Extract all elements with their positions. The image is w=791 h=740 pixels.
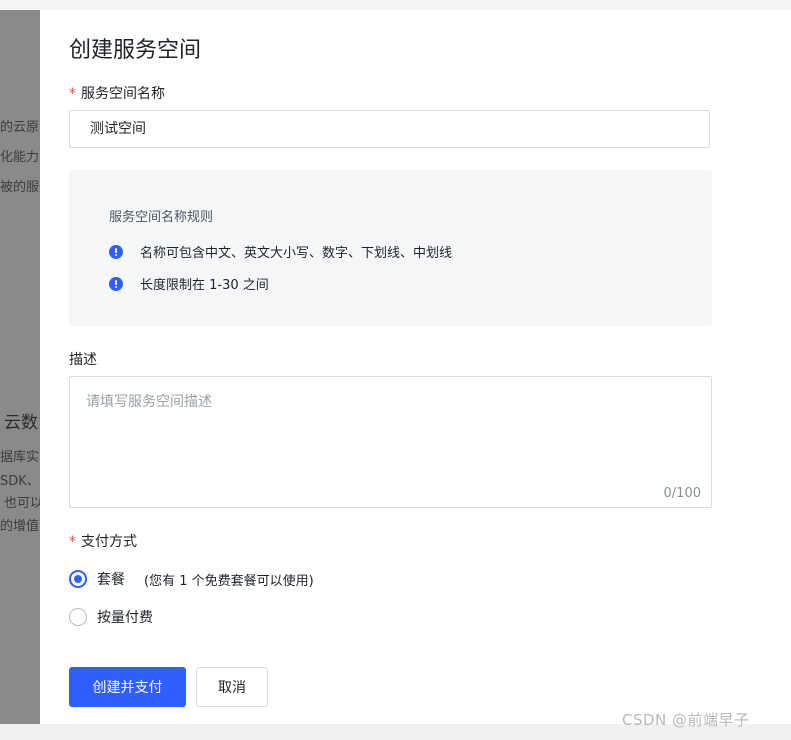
create-and-pay-button[interactable]: 创建并支付	[69, 667, 186, 707]
required-mark: *	[69, 86, 76, 102]
payment-label-text: 支付方式	[81, 534, 137, 550]
cancel-button[interactable]: 取消	[196, 667, 268, 707]
name-label-text: 服务空间名称	[81, 86, 165, 102]
name-field-label: * 服务空间名称	[69, 83, 165, 103]
option-label: 按量付费	[97, 610, 153, 626]
rule-item: 名称可包含中文、英文大小写、数字、下划线、中划线	[109, 242, 452, 261]
description-label: 描述	[69, 352, 97, 368]
description-textarea[interactable]: 请填写服务空间描述 0/100	[69, 376, 712, 508]
info-icon	[109, 276, 123, 291]
payment-option-pay-as-you-go[interactable]: 按量付费	[69, 607, 153, 627]
background-text: 也可以	[4, 496, 40, 511]
background-text: SDK、	[0, 474, 40, 489]
rule-text: 名称可包含中文、英文大小写、数字、下划线、中划线	[140, 246, 453, 261]
option-note: (您有 1 个免费套餐可以使用)	[144, 573, 314, 589]
option-label: 套餐	[97, 572, 125, 588]
background-text: 被的服务	[0, 180, 40, 195]
background-heading: 云数	[4, 413, 38, 433]
rule-text: 长度限制在 1-30 之间	[140, 278, 269, 293]
background-text: 的增值	[0, 519, 40, 534]
description-placeholder: 请填写服务空间描述	[86, 394, 212, 410]
required-mark: *	[69, 534, 76, 550]
name-rules-panel: 服务空间名称规则 名称可包含中文、英文大小写、数字、下划线、中划线 长度限制在 …	[69, 170, 712, 326]
radio-unchecked-icon[interactable]	[69, 608, 87, 626]
radio-checked-icon[interactable]	[69, 570, 87, 588]
payment-option-package[interactable]: 套餐 (您有 1 个免费套餐可以使用)	[69, 569, 314, 589]
background-text: 的云原	[0, 120, 40, 135]
payment-label: * 支付方式	[69, 531, 137, 551]
background-text: 化能力	[0, 150, 40, 165]
create-space-dialog: 创建服务空间 * 服务空间名称 测试空间 服务空间名称规则 名称可包含中文、英文大…	[40, 10, 791, 724]
char-counter: 0/100	[663, 486, 701, 501]
rule-item: 长度限制在 1-30 之间	[109, 274, 269, 293]
info-icon	[109, 244, 123, 259]
watermark: CSDN @前端早子	[622, 711, 750, 729]
background-page-overlay: 的云原 化能力 被的服务 云数 据库实 SDK、 也可以 的增值	[0, 10, 40, 724]
space-name-input[interactable]: 测试空间	[69, 110, 710, 148]
background-text: 据库实	[0, 450, 40, 465]
dialog-title: 创建服务空间	[69, 38, 202, 63]
rules-title: 服务空间名称规则	[109, 210, 214, 225]
